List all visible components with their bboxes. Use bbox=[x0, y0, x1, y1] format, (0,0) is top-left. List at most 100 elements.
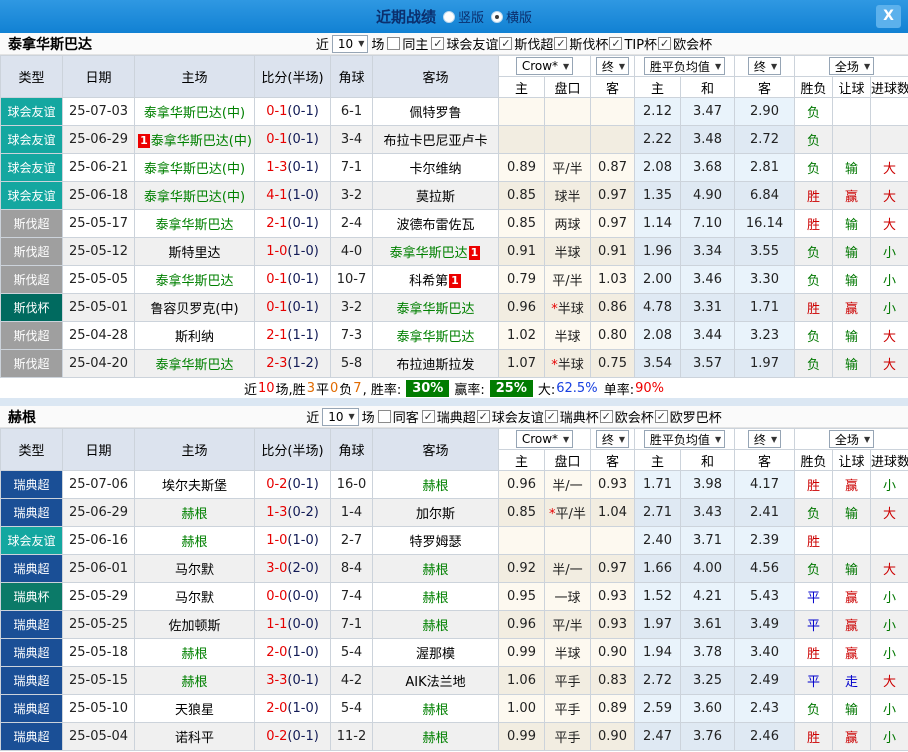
checkbox-icon bbox=[387, 37, 400, 50]
league-filter-checkbox[interactable]: 瑞典超 bbox=[422, 407, 476, 426]
league-filter-checkbox[interactable]: 斯伐杯 bbox=[554, 34, 608, 53]
chevron-down-icon: ▼ bbox=[563, 435, 569, 444]
final-odds-select[interactable]: 终 ▼ bbox=[596, 430, 629, 448]
recent-matches-table: 类型 日期 主场 比分(半场) 角球 客场 Crow* ▼ 终 ▼ bbox=[0, 55, 908, 378]
filter-near-label: 近 bbox=[316, 34, 329, 53]
mean-draw-odds-cell: 3.44 bbox=[681, 322, 735, 350]
mean-away-odds-cell: 1.71 bbox=[735, 294, 795, 322]
filter-bar: 近 10 ▼ 场 同客 瑞典超球会友谊瑞典杯欧会杯欧罗巴杯 bbox=[186, 407, 722, 426]
handicap-result-cell: 赢 bbox=[833, 611, 871, 639]
chevron-down-icon: ▼ bbox=[864, 435, 870, 444]
col-type: 类型 bbox=[1, 429, 63, 471]
handicap-cell: 平/半 bbox=[545, 154, 591, 182]
handicap-cell: 半/一 bbox=[545, 471, 591, 499]
mean-away-odds-cell: 3.49 bbox=[735, 611, 795, 639]
goals-result-cell bbox=[871, 527, 908, 555]
corner-cell: 5-8 bbox=[331, 350, 373, 378]
wdl-result-cell: 负 bbox=[795, 98, 833, 126]
league-cell: 球会友谊 bbox=[1, 182, 63, 210]
league-filter-checkbox[interactable]: 球会友谊 bbox=[477, 407, 544, 426]
league-filter-checkbox[interactable]: 斯伐超 bbox=[499, 34, 553, 53]
handicap-home-odds-cell bbox=[499, 527, 545, 555]
handicap-home-odds-cell: 0.79 bbox=[499, 266, 545, 294]
chevron-down-icon: ▼ bbox=[349, 412, 355, 421]
score-cell: 0-0(0-0) bbox=[255, 583, 331, 611]
handicap-cell: *半球 bbox=[545, 294, 591, 322]
score-cell: 1-0(1-0) bbox=[255, 238, 331, 266]
layout-radio-horizontal[interactable]: 横版 bbox=[491, 7, 532, 26]
handicap-result-cell bbox=[833, 126, 871, 154]
mean-draw-odds-cell: 3.25 bbox=[681, 667, 735, 695]
handicap-result-cell: 输 bbox=[833, 154, 871, 182]
final-odds-select[interactable]: 终 ▼ bbox=[596, 57, 629, 75]
mean-home-odds-cell: 1.14 bbox=[635, 210, 681, 238]
mean-draw-odds-cell: 7.10 bbox=[681, 210, 735, 238]
league-filter-checkbox[interactable]: 欧会杯 bbox=[600, 407, 654, 426]
league-cell: 球会友谊 bbox=[1, 154, 63, 182]
match-row: 瑞典超25-07-06埃尔夫斯堡0-2(0-1)16-0赫根0.96半/一0.9… bbox=[1, 471, 908, 499]
goals-result-cell: 小 bbox=[871, 266, 908, 294]
mean-draw-odds-cell: 3.47 bbox=[681, 98, 735, 126]
league-cell: 瑞典超 bbox=[1, 471, 63, 499]
mean-draw-odds-cell: 3.43 bbox=[681, 499, 735, 527]
close-icon[interactable]: X bbox=[876, 5, 901, 28]
match-row: 斯伐超25-05-12斯特里达1-0(1-0)4-0泰拿华斯巴达10.91半球0… bbox=[1, 238, 908, 266]
handicap-cell bbox=[545, 126, 591, 154]
away-team-cell: 布拉卡巴尼亚卢卡 bbox=[373, 126, 499, 154]
col-odds-home: 主 bbox=[499, 77, 545, 98]
league-filter-checkbox[interactable]: 瑞典杯 bbox=[545, 407, 599, 426]
col-odds-cap: 盘口 bbox=[545, 77, 591, 98]
match-row: 瑞典超25-05-04诺科平0-2(0-1)11-2赫根0.99平手0.902.… bbox=[1, 723, 908, 751]
recent-count-select[interactable]: 10 ▼ bbox=[322, 408, 358, 426]
away-team-cell: 卡尔维纳 bbox=[373, 154, 499, 182]
wdl-result-cell: 负 bbox=[795, 322, 833, 350]
same-away-checkbox[interactable]: 同客 bbox=[378, 407, 419, 426]
handicap-cell: 球半 bbox=[545, 182, 591, 210]
same-home-checkbox[interactable]: 同主 bbox=[387, 34, 428, 53]
mean-away-odds-cell: 2.90 bbox=[735, 98, 795, 126]
odds-source-select[interactable]: Crow* ▼ bbox=[516, 57, 573, 75]
handicap-away-odds-cell: 0.93 bbox=[591, 583, 635, 611]
mean-away-odds-cell: 4.17 bbox=[735, 471, 795, 499]
date-cell: 25-05-01 bbox=[63, 294, 135, 322]
handicap-home-odds-cell: 0.96 bbox=[499, 611, 545, 639]
wdl-result-cell: 负 bbox=[795, 154, 833, 182]
league-filter-checkbox[interactable]: TIP杯 bbox=[609, 34, 657, 53]
mean-home-odds-cell: 1.52 bbox=[635, 583, 681, 611]
mean-home-odds-cell: 1.66 bbox=[635, 555, 681, 583]
scope-select[interactable]: 全场 ▼ bbox=[829, 57, 874, 75]
stats-summary: 近10场,胜3平0负7, 胜率:30%赢率:25%大:62.5% 单率:90% bbox=[0, 378, 908, 398]
layout-radio-vertical[interactable]: 竖版 bbox=[443, 7, 484, 26]
goals-result-cell: 大 bbox=[871, 322, 908, 350]
date-cell: 25-05-18 bbox=[63, 639, 135, 667]
league-cell: 瑞典超 bbox=[1, 723, 63, 751]
recent-count-select[interactable]: 10 ▼ bbox=[332, 35, 368, 53]
odds-source-select[interactable]: Crow* ▼ bbox=[516, 430, 573, 448]
mean-odds-select[interactable]: 胜平负均值 ▼ bbox=[644, 430, 725, 448]
league-filter-checkbox[interactable]: 欧罗巴杯 bbox=[655, 407, 722, 426]
league-filter-checkbox[interactable]: 欧会杯 bbox=[658, 34, 712, 53]
scope-select[interactable]: 全场 ▼ bbox=[829, 430, 874, 448]
score-cell: 0-2(0-1) bbox=[255, 723, 331, 751]
goals-result-cell: 大 bbox=[871, 555, 908, 583]
handicap-away-odds-cell: 0.97 bbox=[591, 182, 635, 210]
checkbox-icon bbox=[655, 410, 668, 423]
filter-matches-label: 场 bbox=[362, 407, 375, 426]
away-team-cell: 赫根 bbox=[373, 723, 499, 751]
handicap-home-odds-cell: 1.07 bbox=[499, 350, 545, 378]
wdl-result-cell: 胜 bbox=[795, 471, 833, 499]
mean-home-odds-cell: 2.00 bbox=[635, 266, 681, 294]
col-mean-draw: 和 bbox=[681, 450, 735, 471]
red-card-badge: 1 bbox=[138, 134, 150, 148]
goals-result-cell: 小 bbox=[871, 583, 908, 611]
corner-cell: 7-4 bbox=[331, 583, 373, 611]
final-mean-select[interactable]: 终 ▼ bbox=[748, 57, 781, 75]
mean-odds-select[interactable]: 胜平负均值 ▼ bbox=[644, 57, 725, 75]
final-mean-select[interactable]: 终 ▼ bbox=[748, 430, 781, 448]
col-score: 比分(半场) bbox=[255, 56, 331, 98]
home-team-cell: 埃尔夫斯堡 bbox=[135, 471, 255, 499]
home-team-cell: 马尔默 bbox=[135, 555, 255, 583]
col-away: 客场 bbox=[373, 429, 499, 471]
handicap-home-odds-cell: 1.02 bbox=[499, 322, 545, 350]
league-filter-checkbox[interactable]: 球会友谊 bbox=[431, 34, 498, 53]
